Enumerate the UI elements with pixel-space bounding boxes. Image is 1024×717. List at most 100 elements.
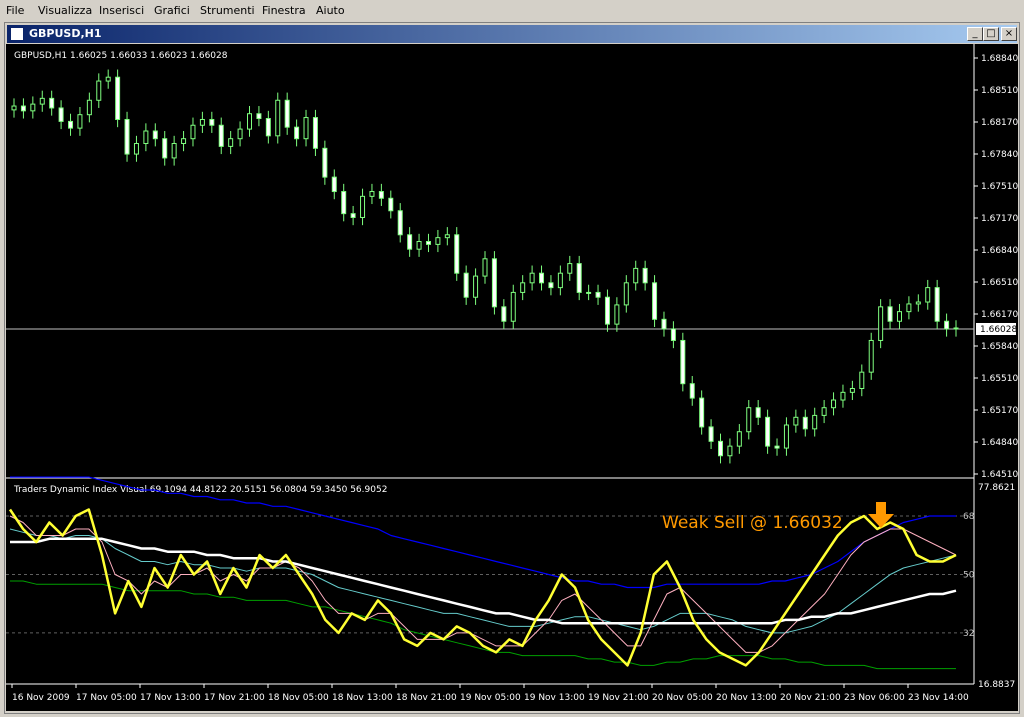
- menu-file[interactable]: File: [6, 4, 24, 17]
- bull-candle: [444, 234, 450, 239]
- price-tick-label: 1.68840: [981, 54, 1018, 64]
- bull-candle: [623, 282, 629, 306]
- bear-candle: [115, 76, 121, 120]
- bear-candle: [58, 107, 64, 122]
- price-tick-label: 1.65170: [981, 406, 1018, 416]
- bear-candle: [218, 124, 224, 147]
- bull-candle: [736, 431, 742, 447]
- bear-candle: [294, 126, 300, 140]
- menu-grafici[interactable]: Grafici: [154, 4, 190, 17]
- bear-candle: [642, 267, 648, 284]
- bear-candle: [407, 234, 413, 250]
- bear-candle: [680, 339, 686, 385]
- current-price-label: 1.66028: [980, 325, 1017, 335]
- price-tick-label: 1.66840: [981, 246, 1018, 256]
- bull-candle: [11, 105, 17, 111]
- bear-candle: [548, 282, 554, 289]
- bear-candle: [454, 234, 460, 274]
- window-title: GBPUSD,H1: [29, 27, 102, 40]
- bull-candle: [228, 138, 234, 147]
- bear-candle: [397, 210, 403, 236]
- price-tick-label: 1.68170: [981, 118, 1018, 128]
- menu-inserisci[interactable]: Inserisci: [99, 4, 144, 17]
- price-tick-label: 1.66510: [981, 278, 1018, 288]
- bull-candle: [567, 263, 573, 274]
- menu-strumenti[interactable]: Strumenti: [200, 4, 255, 17]
- time-tick-label: 17 Nov 13:00: [140, 693, 201, 703]
- menu-aiuto[interactable]: Aiuto: [316, 4, 345, 17]
- level-label: 32: [963, 629, 974, 639]
- bull-candle: [190, 124, 196, 140]
- bull-candle: [435, 237, 441, 245]
- bull-candle: [821, 407, 827, 416]
- bull-candle: [878, 306, 884, 341]
- indicator-line-white: [10, 537, 957, 625]
- bear-candle: [661, 318, 667, 330]
- time-tick-label: 17 Nov 05:00: [76, 693, 137, 703]
- time-tick-label: 19 Nov 05:00: [460, 693, 521, 703]
- bull-candle: [614, 304, 620, 325]
- bear-candle: [209, 118, 215, 126]
- bull-candle: [896, 311, 902, 322]
- bear-candle: [331, 176, 337, 193]
- time-tick-label: 18 Nov 21:00: [396, 693, 457, 703]
- indicator-lines: [8, 476, 957, 670]
- close-button[interactable]: ×: [1001, 27, 1017, 41]
- bear-candle: [934, 287, 940, 322]
- bull-candle: [520, 282, 526, 293]
- window-titlebar[interactable]: GBPUSD,H1 _ □ ×: [7, 25, 1017, 43]
- time-tick-label: 20 Nov 21:00: [780, 693, 841, 703]
- bear-candle: [378, 191, 384, 199]
- bear-candle: [774, 445, 780, 449]
- chart-area[interactable]: GBPUSD,H1 1.66025 1.66033 1.66023 1.6602…: [6, 44, 1018, 711]
- maximize-button[interactable]: □: [983, 27, 999, 41]
- chart-canvas[interactable]: GBPUSD,H1 1.66025 1.66033 1.66023 1.6602…: [6, 44, 1018, 711]
- level-label: 68: [963, 512, 975, 522]
- menu-finestra[interactable]: Finestra: [262, 4, 306, 17]
- bull-candle: [859, 371, 865, 389]
- bull-candle: [416, 241, 422, 250]
- bear-candle: [124, 118, 130, 155]
- price-tick-label: 1.67840: [981, 150, 1018, 160]
- bull-candle: [783, 424, 789, 449]
- bull-candle: [237, 128, 243, 140]
- price-tick-label: 1.67170: [981, 214, 1018, 224]
- time-tick-label: 18 Nov 05:00: [268, 693, 329, 703]
- bull-candle: [840, 391, 846, 401]
- bull-candle: [868, 339, 874, 373]
- bull-candle: [793, 416, 799, 426]
- price-tick-label: 1.68510: [981, 86, 1018, 96]
- bear-candle: [162, 138, 168, 159]
- minimize-button[interactable]: _: [967, 27, 983, 41]
- bear-candle: [699, 397, 705, 428]
- menu-bar: File Visualizza Inserisci Grafici Strume…: [0, 0, 1024, 20]
- bull-candle: [529, 272, 535, 284]
- bull-candle: [39, 97, 45, 105]
- bear-candle: [802, 416, 808, 430]
- time-tick-label: 23 Nov 06:00: [844, 693, 905, 703]
- bull-candle: [812, 414, 818, 430]
- price-tick-label: 1.65510: [981, 374, 1018, 384]
- bear-candle: [20, 105, 26, 112]
- signal-annotation: Weak Sell @ 1.66032: [662, 513, 843, 533]
- menu-visualizza[interactable]: Visualizza: [38, 4, 92, 17]
- bear-candle: [539, 272, 545, 284]
- bull-candle: [727, 445, 733, 457]
- bear-candle: [652, 282, 658, 320]
- time-tick-label: 18 Nov 13:00: [332, 693, 393, 703]
- bull-candle: [831, 399, 837, 409]
- bull-candle: [77, 114, 83, 129]
- price-tick-label: 1.67510: [981, 182, 1018, 192]
- bear-candle: [491, 258, 497, 308]
- bull-candle: [105, 76, 111, 82]
- bear-candle: [322, 147, 328, 178]
- level-label: 50: [963, 570, 975, 580]
- bear-candle: [350, 213, 356, 218]
- bear-candle: [604, 296, 610, 325]
- bear-candle: [463, 272, 469, 298]
- time-tick-label: 23 Nov 14:00: [908, 693, 969, 703]
- bull-candle: [369, 191, 375, 197]
- bull-candle: [86, 99, 92, 116]
- bear-candle: [49, 97, 55, 109]
- price-tick-label: 1.65840: [981, 342, 1018, 352]
